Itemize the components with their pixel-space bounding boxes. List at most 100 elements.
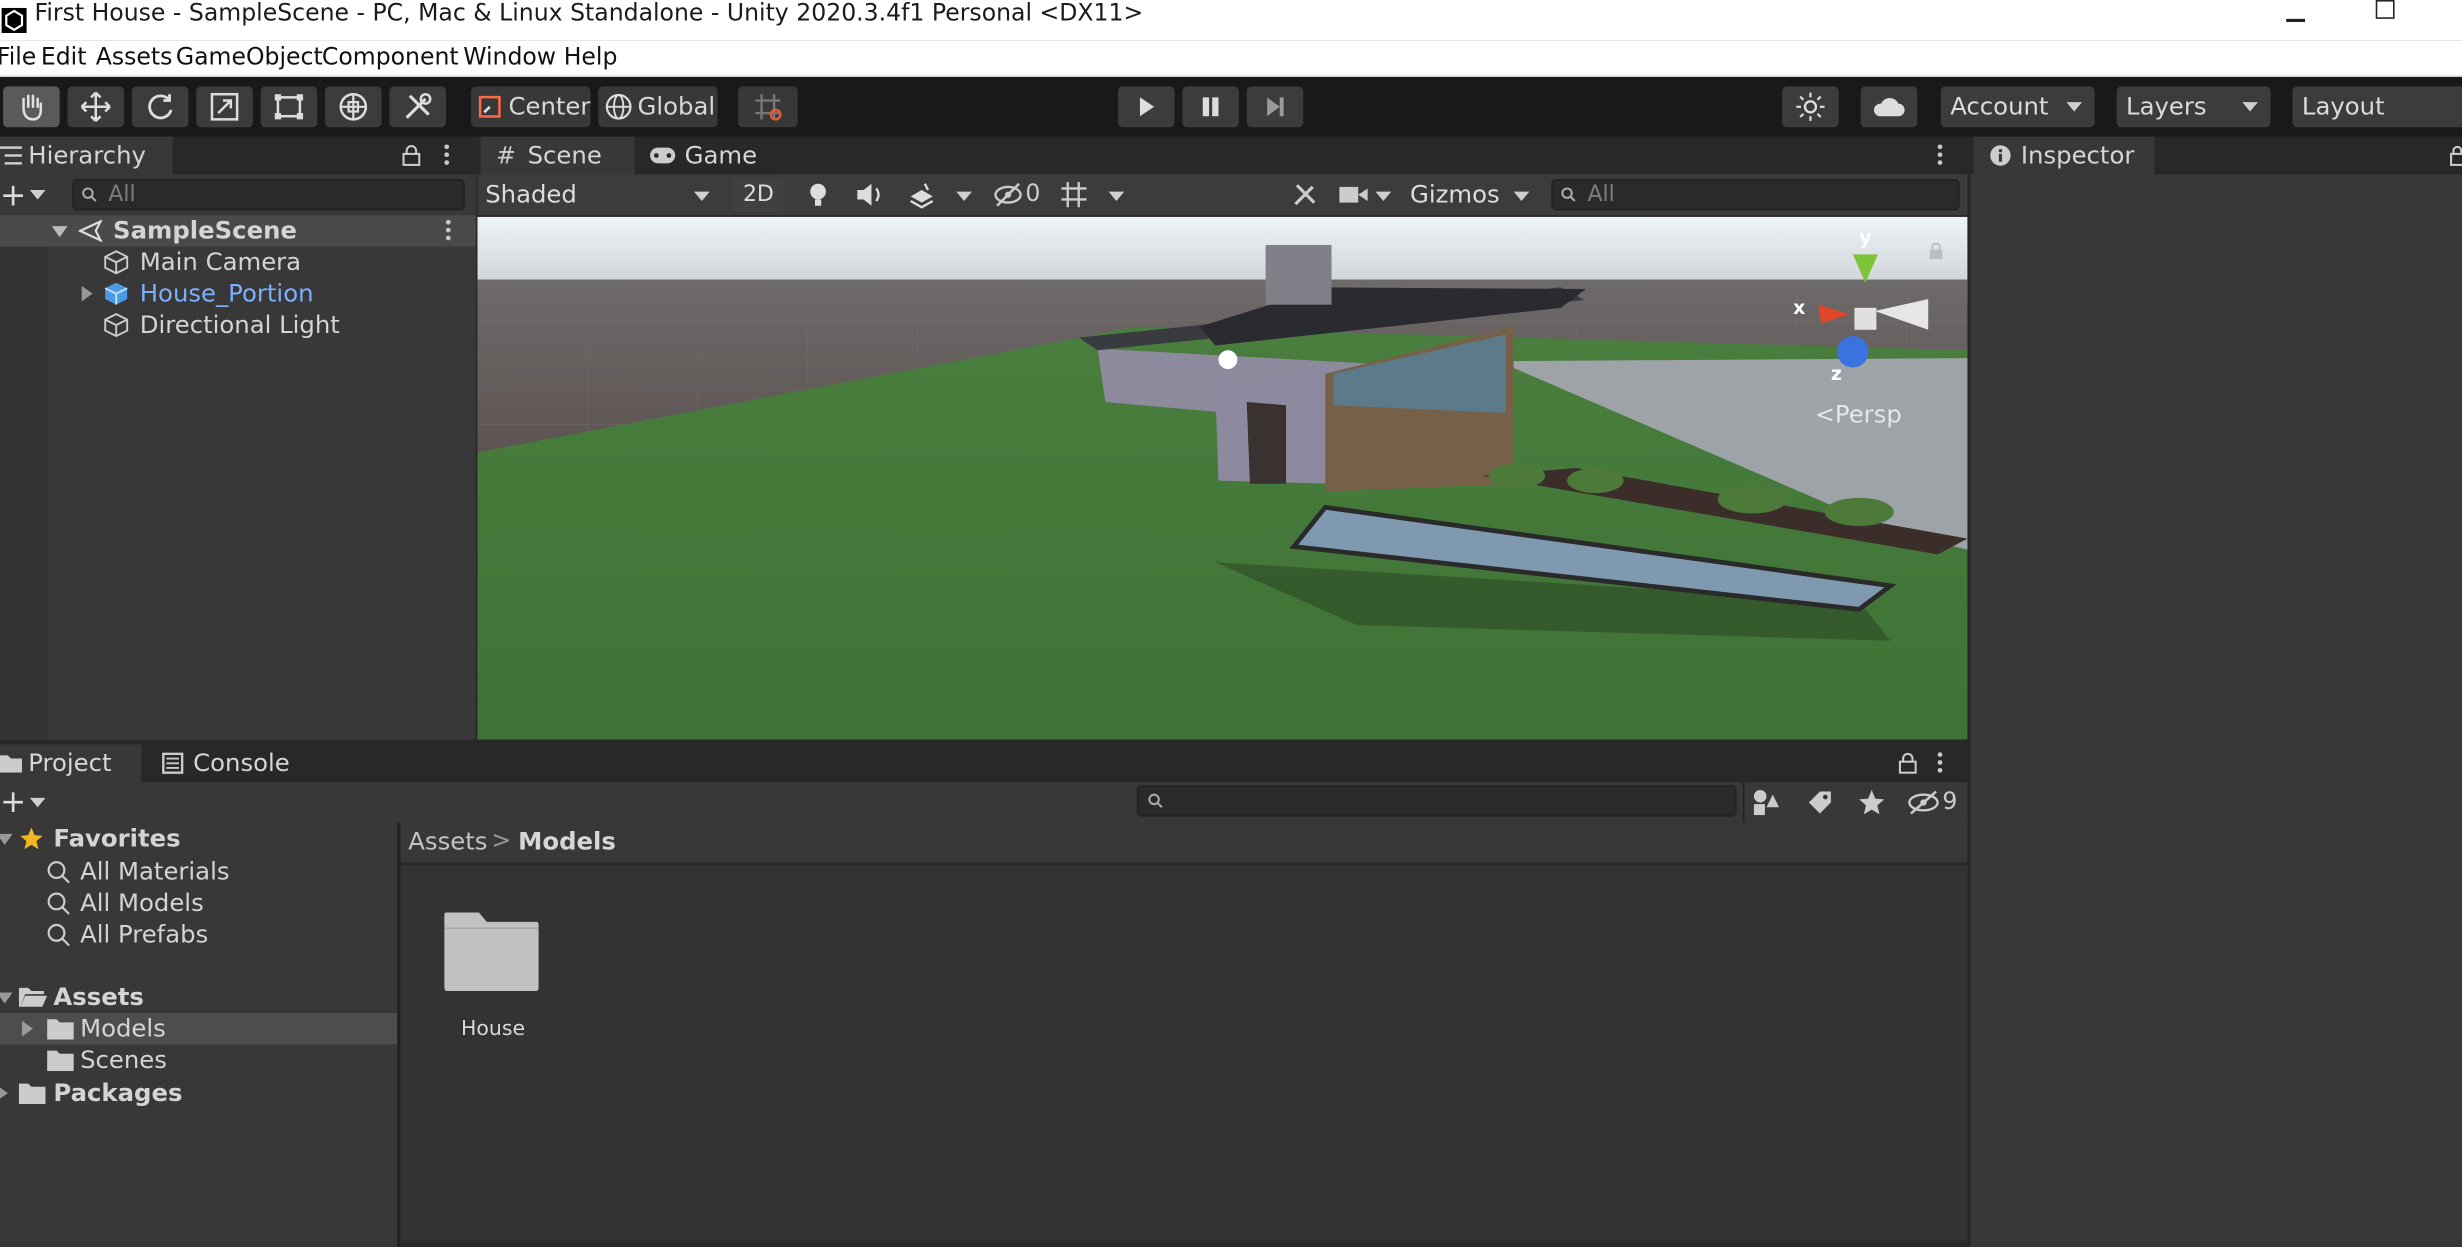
- lock-icon[interactable]: [402, 144, 421, 166]
- layout-dropdown[interactable]: Layout: [2292, 86, 2462, 128]
- tab-scene[interactable]: # Scene: [480, 136, 635, 176]
- tab-inspector[interactable]: Inspector: [1973, 136, 2155, 176]
- hidden-eye-icon[interactable]: [1908, 790, 1939, 815]
- grid-dropdown-icon[interactable]: [1108, 191, 1125, 202]
- filter-by-type-icon[interactable]: [1752, 788, 1780, 816]
- expand-arrow-icon[interactable]: [51, 226, 68, 238]
- move-tool-button[interactable]: [67, 86, 125, 128]
- play-button[interactable]: [1117, 86, 1175, 128]
- scene-row[interactable]: SampleScene: [0, 215, 476, 247]
- audio-icon[interactable]: [854, 181, 885, 209]
- orientation-gizmo[interactable]: [1787, 232, 1929, 389]
- camera-icon[interactable]: [1338, 184, 1369, 206]
- add-dropdown-icon[interactable]: [29, 797, 46, 808]
- lightbulb-icon[interactable]: [804, 181, 832, 209]
- lock-icon[interactable]: [2450, 144, 2462, 166]
- collab-button[interactable]: [1782, 86, 1839, 128]
- pivot-toggle[interactable]: Center: [471, 86, 591, 128]
- cloud-button[interactable]: [1860, 86, 1918, 128]
- add-icon[interactable]: +: [0, 179, 26, 210]
- favorite-item[interactable]: All Materials: [0, 856, 397, 887]
- hierarchy-item[interactable]: Main Camera: [0, 247, 476, 278]
- cloud-icon: [1873, 97, 1905, 117]
- custom-tool-button[interactable]: [389, 86, 446, 128]
- account-dropdown[interactable]: Account: [1940, 86, 2095, 128]
- menu-file[interactable]: File: [0, 42, 36, 70]
- breadcrumb-models[interactable]: Models: [518, 828, 616, 856]
- camera-dropdown-icon[interactable]: [1375, 191, 1392, 202]
- title-bar: First House - SampleScene - PC, Mac & Li…: [0, 0, 2462, 41]
- grid-snap-button[interactable]: [737, 86, 798, 128]
- asset-tile-house[interactable]: House: [441, 906, 545, 1047]
- expand-arrow-icon[interactable]: [21, 1020, 33, 1037]
- add-icon[interactable]: +: [0, 785, 26, 816]
- favorite-item[interactable]: All Prefabs: [0, 919, 397, 950]
- scene-search-input[interactable]: All: [1551, 179, 1960, 211]
- gizmo-y-label: y: [1859, 226, 1872, 249]
- hierarchy-search-input[interactable]: All: [72, 179, 465, 211]
- minimize-icon[interactable]: [2286, 18, 2306, 22]
- tab-console[interactable]: Console: [147, 744, 305, 784]
- mode-2d-toggle[interactable]: 2D: [731, 177, 786, 213]
- tab-game[interactable]: Game: [637, 136, 779, 176]
- label-tag-icon[interactable]: [1806, 788, 1834, 816]
- shading-mode-dropdown[interactable]: Shaded: [477, 174, 722, 215]
- space-toggle[interactable]: Global: [598, 86, 718, 128]
- project-search-input[interactable]: [1136, 785, 1737, 817]
- persp-toggle[interactable]: <Persp: [1815, 400, 1902, 428]
- scene-menu-icon[interactable]: [445, 219, 452, 242]
- menu-assets[interactable]: Assets: [96, 42, 173, 70]
- layers-dropdown[interactable]: Layers: [2116, 86, 2271, 128]
- menu-window[interactable]: Window: [463, 42, 556, 70]
- scene-toolbar: Shaded 2D 0 Gizmos All: [477, 174, 1968, 216]
- tools-icon[interactable]: [1291, 181, 1319, 209]
- game-tab-label: Game: [684, 141, 758, 170]
- menu-gameobject[interactable]: GameObject: [176, 42, 323, 70]
- folder-icon: [0, 755, 22, 773]
- folder-item-scenes[interactable]: Scenes: [0, 1044, 397, 1075]
- expand-arrow-icon[interactable]: [0, 992, 13, 1004]
- tab-project[interactable]: Project: [0, 744, 142, 784]
- folder-item-models[interactable]: Models: [0, 1012, 398, 1045]
- scene-menu-icon[interactable]: [1937, 144, 1944, 166]
- expand-arrow-icon[interactable]: [0, 1085, 8, 1101]
- gizmos-dropdown[interactable]: Gizmos: [1404, 174, 1539, 215]
- gizmo-lock-icon[interactable]: [1928, 242, 1944, 261]
- hierarchy-item[interactable]: Directional Light: [0, 309, 476, 340]
- menu-edit[interactable]: Edit: [41, 42, 87, 70]
- grid-snap-icon: [755, 94, 782, 121]
- favorites-row[interactable]: Favorites: [0, 823, 397, 854]
- rotate-tool-button[interactable]: [131, 86, 189, 128]
- layers-label: Layers: [2126, 92, 2207, 121]
- grid-icon[interactable]: [1058, 179, 1089, 210]
- hidden-eye-icon[interactable]: [994, 182, 1022, 207]
- project-menu-icon[interactable]: [1937, 752, 1944, 774]
- add-dropdown-icon[interactable]: [29, 190, 46, 200]
- lock-icon[interactable]: [1898, 752, 1917, 774]
- maximize-icon[interactable]: [2375, 0, 2395, 19]
- console-tab-label: Console: [193, 749, 290, 778]
- rect-tool-button[interactable]: [260, 86, 318, 128]
- star-icon[interactable]: [1858, 788, 1886, 816]
- assets-row[interactable]: Assets: [0, 982, 397, 1013]
- packages-row[interactable]: Packages: [0, 1077, 397, 1108]
- pause-button[interactable]: [1182, 86, 1239, 128]
- scene-viewport[interactable]: y x z <Persp: [477, 216, 1968, 740]
- hierarchy-item[interactable]: House_Portion: [0, 278, 476, 309]
- menu-component[interactable]: Component: [322, 42, 459, 70]
- effects-icon[interactable]: [908, 181, 936, 209]
- step-button[interactable]: [1246, 86, 1304, 128]
- hierarchy-menu-icon[interactable]: [444, 144, 450, 166]
- hand-tool-button[interactable]: [3, 86, 60, 128]
- divider: [1742, 782, 1745, 823]
- effects-dropdown-icon[interactable]: [956, 191, 972, 202]
- scale-tool-button[interactable]: [196, 86, 253, 128]
- expand-arrow-icon[interactable]: [0, 833, 13, 845]
- expand-arrow-icon[interactable]: [81, 285, 93, 302]
- breadcrumb-assets[interactable]: Assets: [408, 828, 487, 856]
- favorite-item[interactable]: All Models: [0, 887, 397, 918]
- menu-help[interactable]: Help: [564, 42, 618, 70]
- gizmos-label: Gizmos: [1410, 180, 1500, 209]
- transform-tool-button[interactable]: [325, 86, 382, 128]
- tab-hierarchy[interactable]: Hierarchy: [0, 136, 173, 176]
